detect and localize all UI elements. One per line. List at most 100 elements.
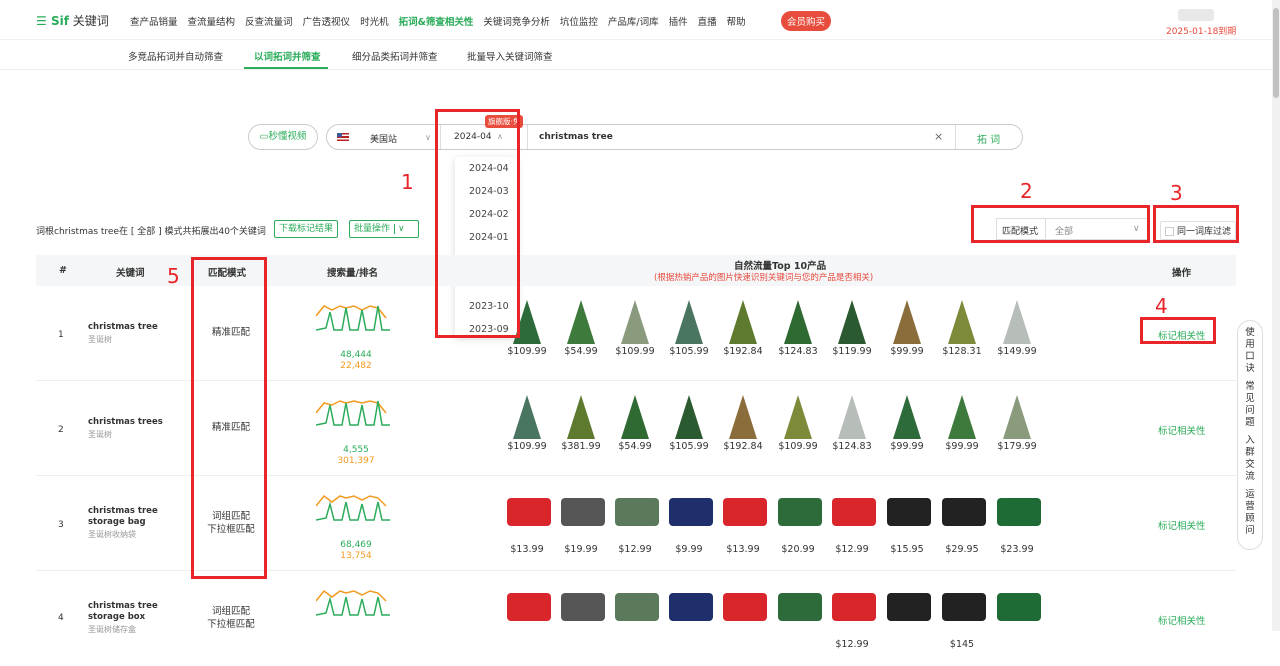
product-image [561,498,605,542]
product-price: $12.99 [618,544,652,555]
trend-sparkline [316,305,390,331]
product-price: $99.99 [890,441,924,452]
annotation-label: 1 [401,170,414,194]
keyword-text[interactable]: christmas tree [88,322,180,333]
product-thumbnail[interactable]: $99.99 [940,395,984,452]
product-image [778,395,818,439]
product-thumbnail[interactable]: $109.99 [505,395,549,452]
product-price: $145 [949,639,975,650]
product-thumbnail[interactable]: $29.95 [940,490,986,555]
video-button[interactable]: ▭秒懂视频 [248,124,318,150]
nav-item[interactable]: 查流量结构 [188,14,236,28]
expire-date: 2025-01-18到期 [1166,27,1237,37]
vip-button[interactable]: 会员购买 [781,11,832,31]
product-thumbnail[interactable]: $179.99 [995,395,1039,452]
product-thumbnail[interactable]: $54.99 [613,395,657,452]
annotation-box-5 [191,257,267,579]
mark-relevance-link[interactable]: 标记相关性 [1158,423,1206,437]
sidebar-item-group[interactable]: 入群交流 [1238,435,1262,483]
product-thumbnail[interactable]: $119.99 [830,300,874,357]
product-thumbnail[interactable]: $19.99 [559,490,605,555]
product-thumbnail[interactable]: $54.99 [559,300,603,357]
product-image [997,593,1041,637]
product-thumbnail[interactable]: $20.99 [776,490,822,555]
mark-relevance-link[interactable]: 标记相关性 [1158,518,1206,532]
product-thumbnail[interactable]: $99.99 [885,300,929,357]
product-thumbnail[interactable]: $145 [940,585,986,650]
product-image [615,395,655,439]
product-price: $99.99 [890,346,924,357]
product-thumbnail[interactable]: $192.84 [721,300,765,357]
tab-multi-competitor[interactable]: 多竞品拓词并自动筛查 [128,49,223,63]
product-thumbnail[interactable]: $12.99 [613,490,659,555]
product-image [669,498,713,542]
scrollbar-thumb[interactable] [1273,8,1279,98]
keyword-input[interactable]: christmas tree [539,132,613,142]
keyword-text[interactable]: christmas tree storage box [88,601,180,623]
product-thumbnail[interactable]: $13.99 [505,490,551,555]
nav-item[interactable]: 查产品销量 [130,14,178,28]
product-thumbnail[interactable]: $9.99 [667,490,713,555]
product-thumbnail[interactable]: $13.99 [721,490,767,555]
product-thumbnail[interactable]: $99.99 [885,395,929,452]
tab-category[interactable]: 细分品类拓词并筛查 [352,49,438,63]
nav-item[interactable]: 插件 [669,14,688,28]
product-thumbnail[interactable]: $12.99 [830,585,876,650]
product-thumbnail[interactable]: $381.99 [559,395,603,452]
product-price: $54.99 [564,346,598,357]
product-thumbnail[interactable]: $109.99 [776,395,820,452]
product-image [669,395,709,439]
row-number: 1 [58,330,64,340]
scrollbar[interactable] [1272,0,1280,631]
nav-item[interactable]: 关键词竞争分析 [483,14,550,28]
product-price: $9.99 [675,544,703,555]
volume-rank: 48,444 22,482 [340,350,372,371]
product-thumbnail[interactable]: $105.99 [667,395,711,452]
product-price: $105.99 [669,346,709,357]
search-bar: 美国站 ∨ 2024-04 ∧ christmas tree × 拓 词 [326,124,1023,150]
nav-item[interactable]: 坑位监控 [560,14,598,28]
nav-item[interactable]: 帮助 [727,14,746,28]
product-thumbnail[interactable]: $12.99 [830,490,876,555]
clear-icon[interactable]: × [934,130,943,143]
sub-nav: 多竞品拓词并自动筛查 以词拓词并筛查 细分品类拓词并筛查 批量导入关键词筛查 [0,40,1272,70]
sidebar-item-advisor[interactable]: 运营顾问 [1238,489,1262,537]
tab-batch-import[interactable]: 批量导入关键词筛查 [467,49,553,63]
product-thumbnail[interactable]: $15.95 [885,490,931,555]
product-image [832,300,872,344]
product-thumbnail[interactable]: $192.84 [721,395,765,452]
site-select[interactable]: 美国站 [370,132,397,145]
product-image [832,395,872,439]
product-thumbnail[interactable]: $105.99 [667,300,711,357]
expand-button[interactable]: 拓 词 [977,131,1000,146]
keyword-text[interactable]: christmas tree storage bag [88,506,180,528]
keyword-text[interactable]: christmas trees [88,417,180,428]
batch-button[interactable]: 批量操作 ∨ [349,220,419,238]
annotation-label: 3 [1170,181,1183,205]
product-thumbnail[interactable]: $109.99 [613,300,657,357]
nav-item-active[interactable]: 拓词&筛查相关性 [399,14,474,28]
nav-item[interactable]: 反查流量词 [245,14,293,28]
product-thumbnail[interactable]: $128.31 [940,300,984,357]
sidebar-item-tips[interactable]: 使用口诀 [1238,327,1262,375]
product-price: $192.84 [723,346,763,357]
sidebar-item-faq[interactable]: 常见问题 [1238,381,1262,429]
product-thumbnail[interactable]: $23.99 [995,490,1041,555]
mark-relevance-link[interactable]: 标记相关性 [1158,613,1206,627]
col-top10: 自然流量Top 10产品 [734,261,827,272]
download-button[interactable]: 下载标记结果 [274,220,339,238]
product-thumbnail[interactable]: $124.83 [776,300,820,357]
product-image [887,300,927,344]
nav-item[interactable]: 时光机 [360,14,389,28]
product-thumbnail[interactable]: $149.99 [995,300,1039,357]
logo[interactable]: ☰ Sif 关键词 [36,12,109,29]
keyword-translation: 圣诞树储存盒 [88,625,136,634]
nav-item[interactable]: 广告透视仪 [303,14,351,28]
product-price: $124.83 [832,441,872,452]
avatar[interactable] [1178,9,1214,21]
nav-item[interactable]: 产品库/词库 [608,14,659,28]
product-thumbnail[interactable]: $124.83 [830,395,874,452]
divider [527,125,528,149]
nav-item[interactable]: 直播 [698,14,717,28]
tab-word-expand[interactable]: 以词拓词并筛查 [254,49,321,63]
